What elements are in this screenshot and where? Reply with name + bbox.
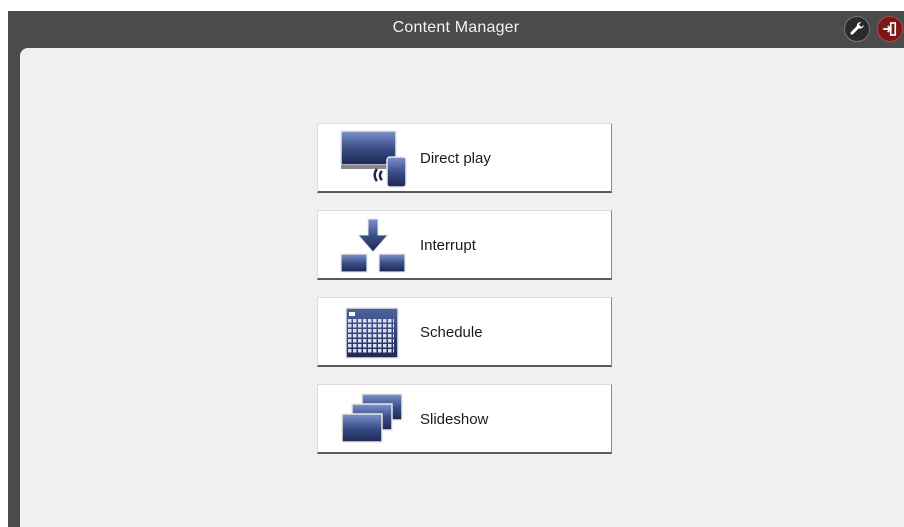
app-window: Content Manager Direct play Interrupt Sc… [8,11,904,527]
wrench-icon [850,22,864,35]
main-content: Direct play Interrupt Schedule Slideshow [20,48,904,527]
direct-play-label: Direct play [420,150,491,167]
slideshow-label: Slideshow [420,411,489,428]
title-bar: Content Manager [8,11,904,48]
logout-button[interactable] [877,16,903,42]
slideshow-button[interactable]: Slideshow [317,384,612,454]
content-menu: Direct play Interrupt Schedule Slideshow [317,123,612,471]
page-title: Content Manager [392,19,520,36]
direct-play-icon [340,130,407,188]
settings-button[interactable] [844,16,870,42]
direct-play-button[interactable]: Direct play [317,123,612,193]
schedule-button[interactable]: Schedule [317,297,612,367]
interrupt-icon [340,218,406,273]
slideshow-icon [341,393,403,443]
schedule-label: Schedule [420,324,483,341]
calendar-icon [345,307,399,359]
interrupt-label: Interrupt [420,237,476,254]
interrupt-button[interactable]: Interrupt [317,210,612,280]
logout-icon [883,22,897,36]
